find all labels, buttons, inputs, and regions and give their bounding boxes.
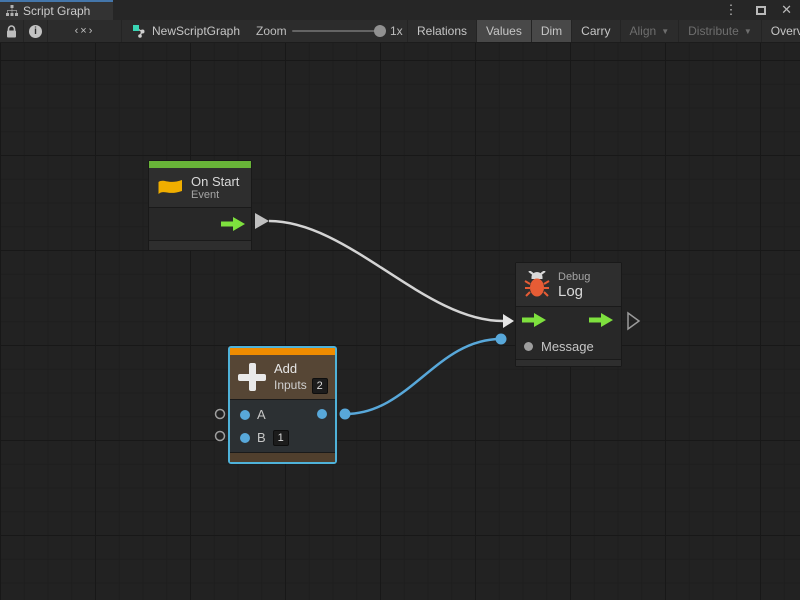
message-port-label: Message xyxy=(541,339,594,354)
port-ring-a[interactable] xyxy=(216,410,225,419)
inputs-count-field[interactable]: 2 xyxy=(312,378,328,394)
value-wire-start-dot[interactable] xyxy=(340,409,351,420)
exec-wire-end-arrow xyxy=(503,314,514,328)
close-icon[interactable]: ✕ xyxy=(781,0,792,20)
code-icon: ‹×› xyxy=(75,25,95,37)
toolbar-separator xyxy=(121,20,122,42)
value-wire[interactable] xyxy=(345,339,501,414)
inputs-label: Inputs xyxy=(274,378,307,393)
node-debug-log[interactable]: Debug Log Message xyxy=(515,262,622,367)
exec-wire[interactable] xyxy=(269,221,503,321)
relations-button[interactable]: Relations xyxy=(407,20,476,42)
port-ring-b[interactable] xyxy=(216,432,225,441)
tab-bar: Script Graph ⋮ ✕ xyxy=(0,0,800,20)
distribute-dropdown[interactable]: Distribute ▼ xyxy=(678,20,761,42)
node-title: Add xyxy=(274,361,328,376)
lock-icon xyxy=(6,25,17,38)
exec-wire-start-arrow[interactable] xyxy=(255,213,269,229)
plus-icon xyxy=(238,363,266,391)
graph-name-breadcrumb[interactable]: NewScriptGraph xyxy=(133,20,240,42)
node-add[interactable]: Add Inputs 2 A B 1 xyxy=(230,348,335,462)
align-dropdown[interactable]: Align ▼ xyxy=(620,20,679,42)
port-b-label: B xyxy=(257,430,266,445)
value-wire-end-dot[interactable] xyxy=(496,334,507,345)
zoom-label: Zoom xyxy=(256,20,287,42)
carry-button[interactable]: Carry xyxy=(571,20,619,42)
toolbar-buttons: Relations Values Dim Carry Align ▼ Distr… xyxy=(407,20,800,42)
code-view-button[interactable]: ‹×› xyxy=(48,20,121,42)
tab-script-graph[interactable]: Script Graph xyxy=(0,0,113,20)
exec-output-port[interactable] xyxy=(589,313,613,327)
window-menu-icon[interactable]: ⋮ xyxy=(724,0,738,20)
node-category: Debug xyxy=(558,271,590,284)
info-button[interactable]: i xyxy=(24,20,47,42)
node-subtitle: Event xyxy=(191,189,239,202)
graph-asset-icon xyxy=(133,25,146,38)
node-footer xyxy=(230,452,335,462)
node-title: On Start xyxy=(191,174,239,189)
chevron-down-icon: ▼ xyxy=(744,27,752,36)
input-port-b[interactable] xyxy=(240,433,250,443)
message-input-port[interactable] xyxy=(524,342,533,351)
node-title: Log xyxy=(558,284,590,299)
bug-icon xyxy=(524,271,550,298)
zoom-value: 1x xyxy=(390,20,403,42)
tab-label: Script Graph xyxy=(23,4,90,18)
output-port-sum[interactable] xyxy=(317,409,327,419)
info-icon: i xyxy=(29,25,42,38)
node-on-start[interactable]: On Start Event xyxy=(148,160,252,251)
port-a-label: A xyxy=(257,407,266,422)
graph-name: NewScriptGraph xyxy=(152,24,240,38)
overview-button[interactable]: Overview xyxy=(761,20,800,42)
event-color-bar xyxy=(149,161,251,168)
zoom-slider-handle[interactable] xyxy=(374,25,386,37)
input-port-a[interactable] xyxy=(240,410,250,420)
lock-button[interactable] xyxy=(0,20,23,42)
node-footer xyxy=(149,240,251,250)
zoom-slider-track[interactable] xyxy=(292,30,384,32)
graph-toolbar: i ‹×› NewScriptGraph Zoom 1x Relations V… xyxy=(0,20,800,43)
math-color-bar xyxy=(230,348,335,355)
maximize-icon[interactable] xyxy=(756,0,766,20)
selection-outline: Add Inputs 2 A B 1 xyxy=(228,346,337,464)
chevron-down-icon: ▼ xyxy=(661,27,669,36)
dim-button[interactable]: Dim xyxy=(531,20,571,42)
exec-input-port[interactable] xyxy=(522,313,546,327)
values-button[interactable]: Values xyxy=(476,20,531,42)
flag-icon xyxy=(157,178,183,198)
graph-canvas[interactable]: On Start Event Debug Lo xyxy=(0,43,800,600)
node-footer xyxy=(516,359,621,366)
wires-layer xyxy=(0,43,800,600)
port-b-value-field[interactable]: 1 xyxy=(273,430,289,446)
script-graph-icon xyxy=(6,5,18,17)
exec-output-port[interactable] xyxy=(221,217,245,231)
exec-output-arrow-outline[interactable] xyxy=(628,313,639,329)
